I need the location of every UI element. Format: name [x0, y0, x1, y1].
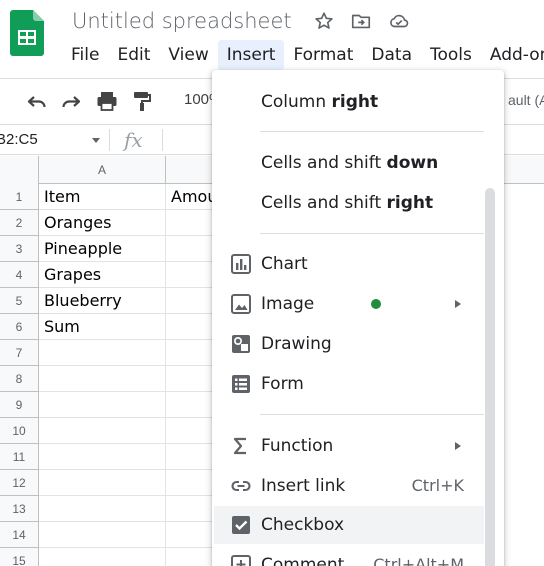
- menu-addons[interactable]: Add-ons: [481, 40, 544, 70]
- menu-item-form[interactable]: Form: [214, 365, 484, 403]
- menu-scrollbar[interactable]: [485, 188, 495, 566]
- select-all-corner[interactable]: [0, 156, 39, 184]
- paint-format-icon[interactable]: [130, 89, 154, 113]
- row-number[interactable]: 1: [0, 184, 39, 210]
- menu-data[interactable]: Data: [362, 40, 421, 70]
- row-number[interactable]: 7: [0, 340, 39, 366]
- cell-a3[interactable]: Pineapple: [39, 236, 166, 262]
- new-feature-dot: [371, 299, 381, 309]
- menu-format[interactable]: Format: [284, 40, 362, 70]
- menu-item-comment[interactable]: Comment Ctrl+Alt+M: [214, 546, 484, 566]
- redo-icon[interactable]: [59, 89, 83, 113]
- menu-item-label: Function: [261, 436, 334, 456]
- menu-tools[interactable]: Tools: [421, 40, 481, 70]
- menu-item-label: Drawing: [261, 334, 332, 354]
- chart-icon: [231, 254, 251, 274]
- row-number[interactable]: 10: [0, 418, 39, 444]
- cell-a8[interactable]: [39, 366, 166, 392]
- cell-a2[interactable]: Oranges: [39, 210, 166, 236]
- menu-item-insert-link[interactable]: Insert link Ctrl+K: [214, 467, 484, 505]
- cell-a14[interactable]: [39, 522, 166, 548]
- menu-view[interactable]: View: [159, 40, 217, 70]
- link-icon: [231, 480, 251, 492]
- menu-insert[interactable]: Insert: [217, 40, 285, 70]
- star-icon[interactable]: [313, 10, 335, 32]
- menu-item-label: Image: [261, 294, 315, 314]
- menu-item-label-bold: right: [331, 92, 379, 112]
- row-number[interactable]: 12: [0, 470, 39, 496]
- menu-item-label: Comment: [261, 555, 345, 566]
- row-number[interactable]: 2: [0, 210, 39, 236]
- cell-a15[interactable]: [39, 548, 166, 566]
- checkbox-icon: [232, 516, 250, 534]
- row-number[interactable]: 5: [0, 288, 39, 314]
- cell-a6[interactable]: Sum: [39, 314, 166, 340]
- cell-a7[interactable]: [39, 340, 166, 366]
- row-number[interactable]: 4: [0, 262, 39, 288]
- sheets-logo[interactable]: [10, 10, 44, 56]
- print-icon[interactable]: [95, 89, 119, 113]
- formula-divider: [109, 129, 110, 151]
- menu-edit[interactable]: Edit: [108, 40, 159, 70]
- sigma-icon: [233, 437, 246, 455]
- cell-a4[interactable]: Grapes: [39, 262, 166, 288]
- undo-icon[interactable]: [25, 89, 49, 113]
- cell-a11[interactable]: [39, 444, 166, 470]
- name-box-caret-icon[interactable]: [92, 138, 100, 143]
- menu-item-label: Insert link: [261, 476, 346, 496]
- menu-bar: File Edit View Insert Format Data Tools …: [62, 40, 544, 70]
- menu-item-chart[interactable]: Chart: [214, 245, 484, 283]
- column-header-a[interactable]: A: [39, 156, 166, 184]
- comment-icon: [231, 555, 251, 566]
- menu-separator: [260, 414, 484, 415]
- menu-item-label-bold: down: [386, 153, 439, 173]
- menu-item-label: Cells and shift: [261, 153, 387, 173]
- menu-item-label: Form: [261, 374, 304, 394]
- row-number[interactable]: 6: [0, 314, 39, 340]
- menu-item-drawing[interactable]: Drawing: [214, 325, 484, 363]
- menu-item-column-right[interactable]: Column right: [214, 83, 484, 121]
- formula-divider: [162, 129, 163, 151]
- menu-separator: [260, 233, 484, 234]
- row-number[interactable]: 14: [0, 522, 39, 548]
- fx-icon: fx: [124, 128, 143, 152]
- font-select[interactable]: ault (A: [508, 92, 544, 108]
- cell-a9[interactable]: [39, 392, 166, 418]
- row-number[interactable]: 3: [0, 236, 39, 262]
- image-icon: [231, 294, 251, 314]
- menu-item-function[interactable]: Function: [214, 427, 484, 465]
- menu-item-shortcut: Ctrl+K: [411, 476, 464, 495]
- menu-item-image[interactable]: Image: [214, 285, 484, 323]
- menu-item-cells-shift-right[interactable]: Cells and shift right: [214, 184, 484, 222]
- cell-a10[interactable]: [39, 418, 166, 444]
- menu-file[interactable]: File: [62, 40, 108, 70]
- row-number[interactable]: 13: [0, 496, 39, 522]
- submenu-arrow-icon: [455, 300, 461, 308]
- cell-a5[interactable]: Blueberry: [39, 288, 166, 314]
- document-title[interactable]: Untitled spreadsheet: [72, 9, 292, 33]
- cell-a1[interactable]: Item: [39, 184, 166, 210]
- menu-item-label: Chart: [261, 254, 308, 274]
- move-to-folder-icon[interactable]: [350, 10, 372, 32]
- row-number[interactable]: 8: [0, 366, 39, 392]
- form-icon: [232, 375, 250, 393]
- cloud-status-icon[interactable]: [388, 10, 410, 32]
- row-number[interactable]: 15: [0, 548, 39, 566]
- menu-separator: [260, 131, 484, 132]
- menu-item-shortcut: Ctrl+Alt+M: [373, 555, 464, 566]
- drawing-icon: [232, 335, 250, 353]
- menu-item-label-bold: right: [386, 193, 434, 213]
- menu-item-checkbox[interactable]: Checkbox: [214, 506, 484, 544]
- insert-menu-dropdown: Column right Cells and shift down Cells …: [212, 70, 504, 566]
- cell-a12[interactable]: [39, 470, 166, 496]
- menu-item-label: Cells and shift: [261, 193, 387, 213]
- cell-a13[interactable]: [39, 496, 166, 522]
- menu-item-label: Checkbox: [261, 515, 345, 535]
- row-number[interactable]: 11: [0, 444, 39, 470]
- name-box[interactable]: B2:C5: [0, 131, 38, 148]
- menu-item-label: Column: [261, 92, 332, 112]
- submenu-arrow-icon: [455, 442, 461, 450]
- menu-item-cells-shift-down[interactable]: Cells and shift down: [214, 144, 484, 182]
- row-number[interactable]: 9: [0, 392, 39, 418]
